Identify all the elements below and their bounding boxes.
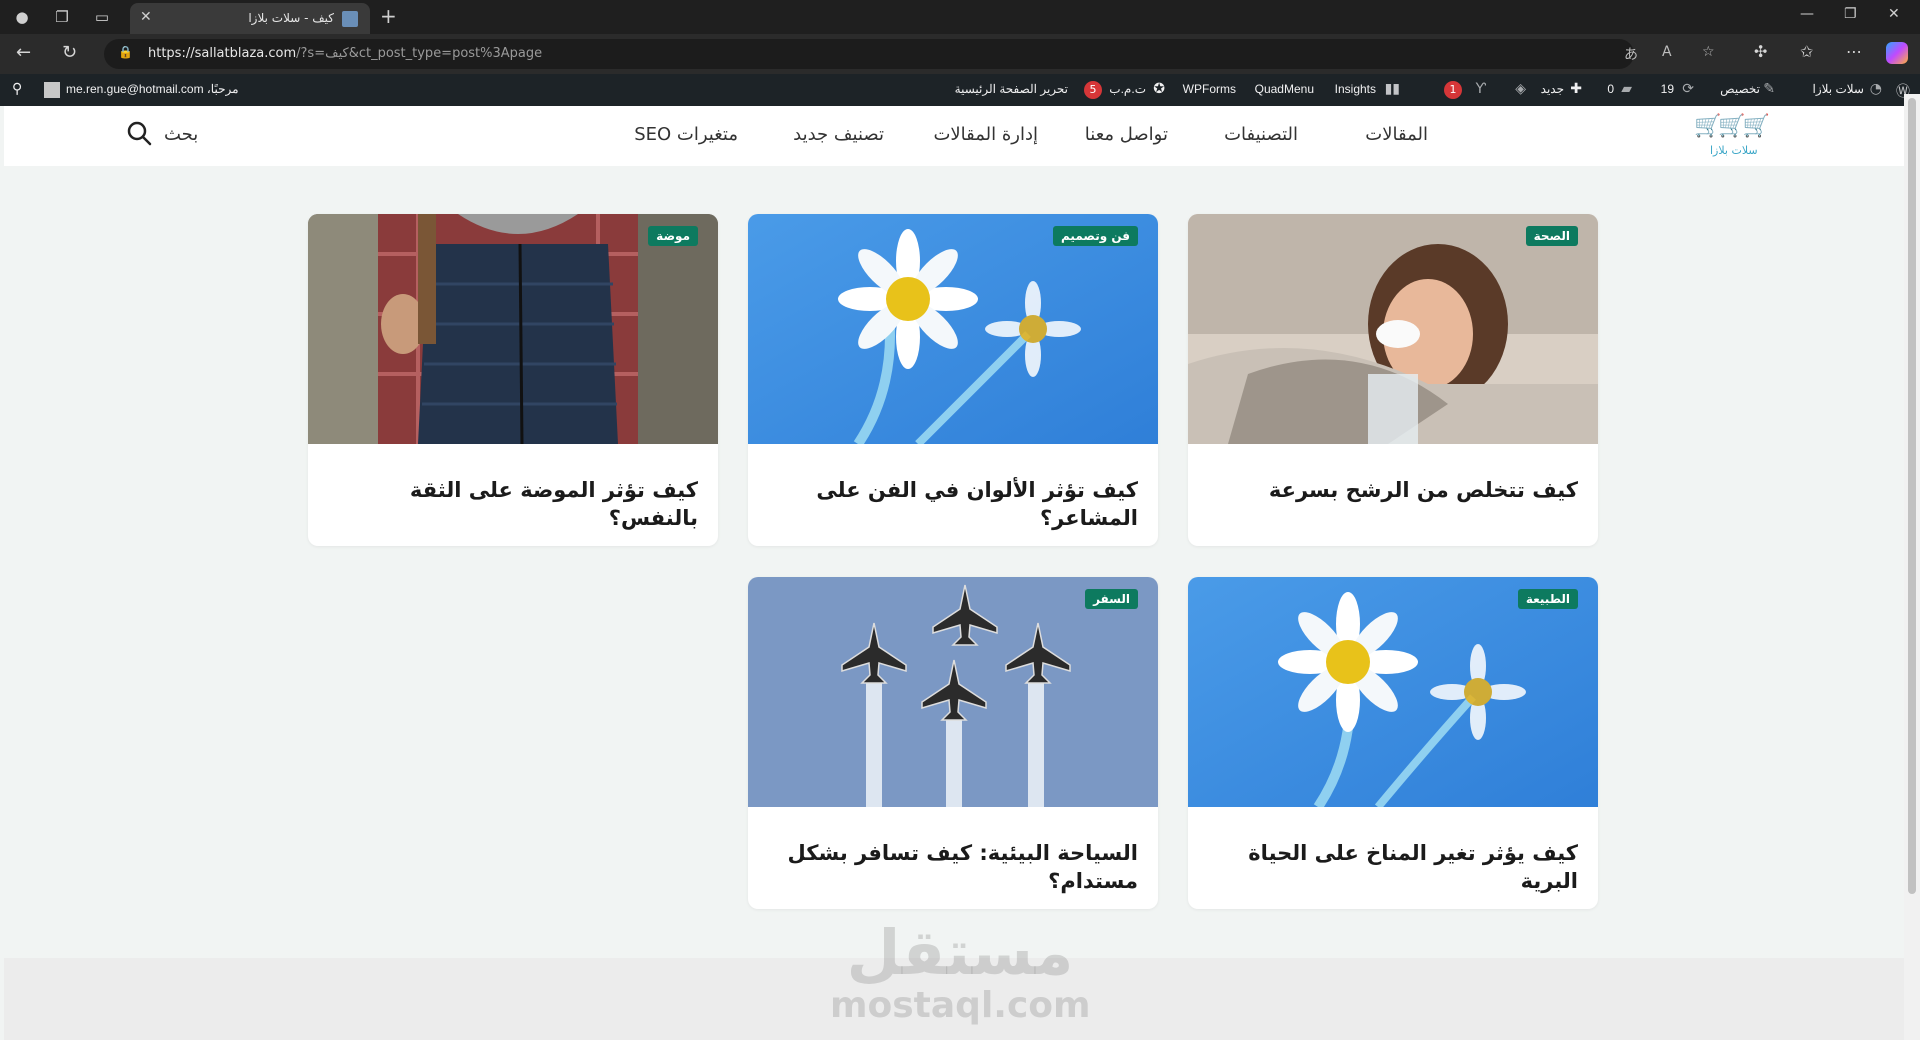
menu-item-categories[interactable]: التصنيفات xyxy=(1224,124,1298,145)
site-favicon-icon xyxy=(342,11,358,27)
url-field[interactable]: 🔒 https://sallatblaza.com/?s=كيف&ct_post… xyxy=(104,39,1715,69)
updates-count[interactable]: 19 xyxy=(1661,82,1674,96)
category-badge[interactable]: فن وتصميم xyxy=(1053,226,1138,246)
category-badge[interactable]: الصحة xyxy=(1525,226,1578,246)
workspaces-icon[interactable]: ❐ xyxy=(50,5,74,29)
post-card[interactable]: موضة كيف تؤثر الموضة على الثقة بالنفس؟ xyxy=(308,214,718,546)
admin-greeting[interactable]: مرحبًا، me.ren.gue@hotmail.com xyxy=(66,82,239,96)
fashion-vest-image xyxy=(308,214,718,444)
post-card[interactable]: فن وتصميم كيف تؤثر الألوان في الفن على ا… xyxy=(748,214,1158,546)
comments-count[interactable]: 0 xyxy=(1607,82,1614,96)
search-icon[interactable]: ⚲ xyxy=(12,81,22,97)
tab-title: كيف - سلات بلازا xyxy=(248,11,334,25)
back-icon[interactable]: ← xyxy=(16,42,31,63)
wp-admin-bar: Ⓦ ◔ سلات بلازا ✎ تخصيص ⟳ 19 ▰ 0 ✚ جديد ◈… xyxy=(0,74,1920,106)
page-scrollbar[interactable] xyxy=(1904,94,1920,1040)
menu-item-new-category[interactable]: تصنيف جديد xyxy=(793,124,884,145)
search-icon[interactable] xyxy=(126,120,152,146)
scrollbar-thumb[interactable] xyxy=(1908,98,1916,894)
category-badge[interactable]: الطبيعة xyxy=(1517,589,1578,609)
dashboard-icon[interactable]: ◔ xyxy=(1870,81,1882,97)
menu-item-manage-articles[interactable]: إدارة المقالات xyxy=(933,124,1038,145)
watermark-latin: mostaql.com xyxy=(830,985,1091,1026)
admin-tmb[interactable]: ت.م.ب xyxy=(1109,82,1146,96)
post-card[interactable]: الطبيعة كيف يؤثر تغير المناخ على الحياة … xyxy=(1188,577,1598,909)
daisy-image xyxy=(748,214,1158,444)
restore-icon[interactable]: ❐ xyxy=(1844,6,1857,22)
fighter-jets-image xyxy=(748,577,1158,807)
site-logo[interactable]: 🛒🛒🛒 سلات بلازا xyxy=(1694,114,1774,160)
tab-actions-icon[interactable]: ▭ xyxy=(90,5,114,29)
plus-icon: ✚ xyxy=(1570,81,1582,97)
new-tab-icon[interactable]: + xyxy=(380,4,397,28)
post-title[interactable]: كيف تؤثر الموضة على الثقة بالنفس؟ xyxy=(328,476,698,532)
customize-brush-icon: ✎ xyxy=(1763,81,1775,97)
comments-icon: ▰ xyxy=(1621,81,1632,97)
admin-edit-home[interactable]: تحرير الصفحة الرئيسية xyxy=(955,82,1068,96)
read-aloud-icon[interactable]: A xyxy=(1662,44,1672,60)
close-window-icon[interactable]: ✕ xyxy=(1888,6,1900,22)
refresh-icon[interactable]: ↻ xyxy=(62,42,77,63)
admin-quadmenu[interactable]: QuadMenu xyxy=(1255,82,1314,96)
watermark: مستقل mostaql.com xyxy=(830,916,1091,1026)
diamond-icon[interactable]: ◈ xyxy=(1515,81,1526,97)
admin-wpforms[interactable]: WPForms xyxy=(1183,82,1236,96)
category-badge[interactable]: موضة xyxy=(648,226,698,246)
lock-icon[interactable]: 🔒 xyxy=(118,45,133,59)
admin-new[interactable]: جديد xyxy=(1541,82,1564,96)
admin-site-name[interactable]: سلات بلازا xyxy=(1813,82,1864,96)
post-title[interactable]: السياحة البيئية: كيف تسافر بشكل مستدام؟ xyxy=(768,839,1139,895)
logo-text: سلات بلازا xyxy=(1710,144,1758,157)
shopping-cart-icon: 🛒🛒🛒 xyxy=(1694,114,1770,139)
tmb-badge: 5 xyxy=(1084,81,1102,99)
search-label[interactable]: بحث xyxy=(164,124,198,145)
post-title[interactable]: كيف تؤثر الألوان في الفن على المشاعر؟ xyxy=(768,476,1138,532)
updates-icon: ⟳ xyxy=(1682,81,1694,97)
address-bar: ← ↻ 🔒 https://sallatblaza.com/?s=كيف&ct_… xyxy=(0,34,1920,74)
close-tab-icon[interactable]: ✕ xyxy=(140,9,152,25)
admin-customize[interactable]: تخصيص xyxy=(1720,82,1760,96)
copilot-icon[interactable] xyxy=(1886,42,1908,64)
post-title[interactable]: كيف يؤثر تغير المناخ على الحياة البرية xyxy=(1208,839,1578,895)
yoast-icon[interactable]: Ƴ xyxy=(1476,81,1486,97)
profile-icon[interactable]: ● xyxy=(10,5,34,29)
avatar[interactable] xyxy=(44,82,60,98)
translate-icon[interactable]: あ xyxy=(1624,44,1638,64)
daisy-image xyxy=(1188,577,1598,807)
category-badge[interactable]: السفر xyxy=(1085,589,1138,609)
extensions-icon[interactable]: ✣ xyxy=(1754,42,1767,61)
menu-item-contact[interactable]: تواصل معنا xyxy=(1085,124,1168,145)
post-card[interactable]: الصحة كيف تتخلص من الرشح بسرعة xyxy=(1188,214,1598,546)
more-menu-icon[interactable]: ⋯ xyxy=(1846,42,1862,61)
site-header: 🛒🛒🛒 سلات بلازا المقالات التصنيفات تواصل … xyxy=(4,106,1904,166)
favorite-star-icon[interactable]: ☆ xyxy=(1702,44,1715,60)
minimize-icon[interactable]: — xyxy=(1800,6,1814,22)
favorites-icon[interactable]: ✩ xyxy=(1800,42,1813,61)
url-domain: https://sallatblaza.com xyxy=(148,46,297,61)
url-path: /?s=كيف&ct_post_type=post%3Apage xyxy=(296,46,543,61)
post-card[interactable]: السفر السياحة البيئية: كيف تسافر بشكل مس… xyxy=(748,577,1158,909)
active-tab[interactable]: كيف - سلات بلازا ✕ xyxy=(130,3,370,34)
sick-woman-image xyxy=(1188,214,1598,444)
menu-item-articles[interactable]: المقالات xyxy=(1365,124,1428,145)
yoast-badge: 1 xyxy=(1444,81,1462,99)
admin-insights[interactable]: Insights xyxy=(1335,82,1376,96)
insights-bars-icon: ▮▮ xyxy=(1384,81,1400,97)
gear-circle-icon: ✪ xyxy=(1153,81,1165,97)
post-title[interactable]: كيف تتخلص من الرشح بسرعة xyxy=(1208,476,1578,504)
menu-item-seo-variables[interactable]: متغيرات SEO xyxy=(634,124,738,145)
browser-tab-bar: ● ❐ ▭ كيف - سلات بلازا ✕ + — ❐ ✕ xyxy=(0,0,1920,34)
watermark-arabic: مستقل xyxy=(846,916,1074,989)
